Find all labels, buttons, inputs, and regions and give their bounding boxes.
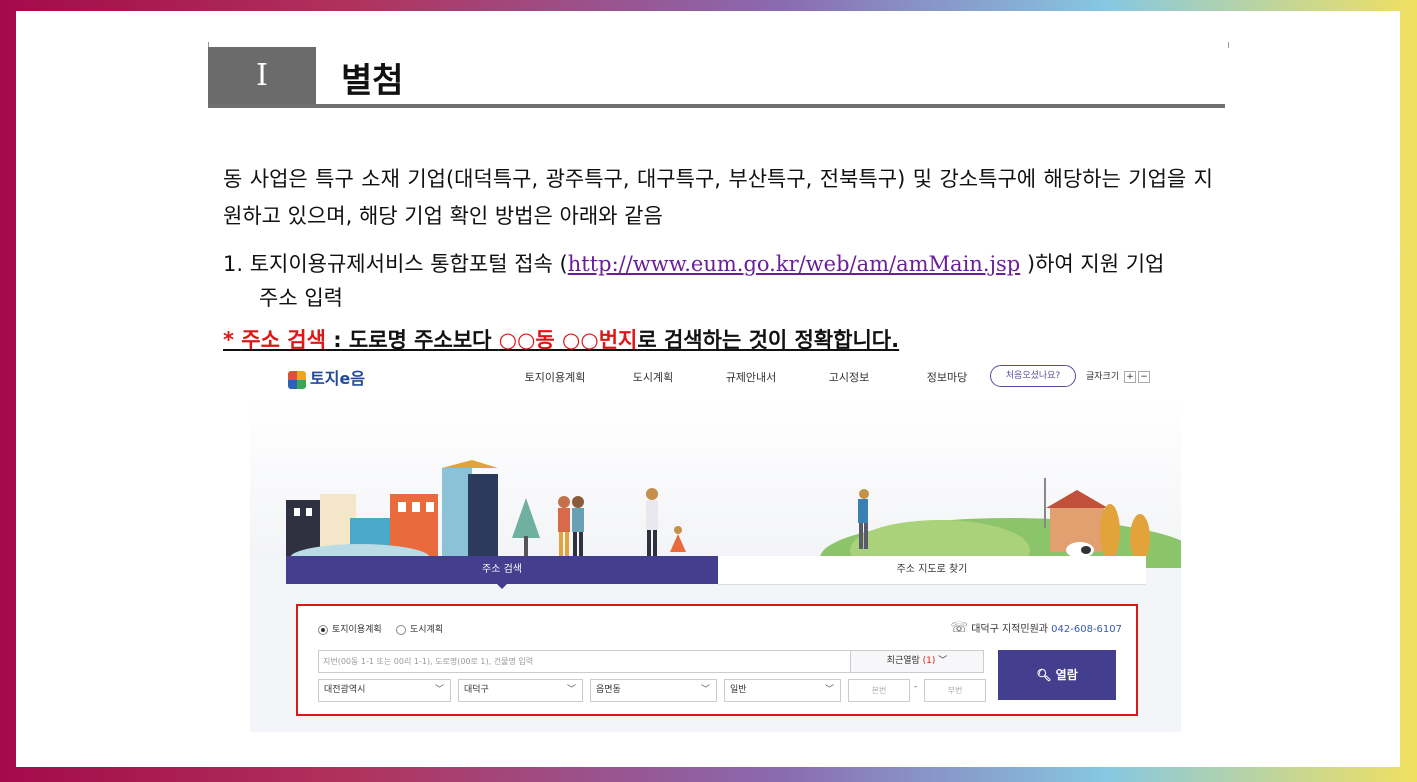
recent-view-dropdown[interactable]: 최근열람 (1) ﹀ (850, 650, 984, 673)
chevron-down-icon: ﹀ (938, 656, 948, 666)
search-note: * 주소 검색 : 도로명 주소보다 ○○동 ○○번지로 검색하는 것이 정확합… (223, 324, 899, 354)
site-nav: 토지이용계획 도시계획 규제안내서 고시정보 정보마당 (506, 369, 996, 385)
select-district[interactable]: 대덕구 ﹀ (458, 679, 583, 702)
radio-land-plan[interactable] (318, 624, 328, 635)
nav-item-city-plan[interactable]: 도시계획 (604, 369, 702, 385)
contact-label: 대덕구 지적민원과 (971, 624, 1048, 635)
nav-item-info[interactable]: 정보마당 (898, 369, 996, 385)
note-red-2: ○○동 ○○번지 (498, 328, 638, 352)
select-town[interactable]: 읍면동 ﹀ (590, 679, 717, 702)
phone-icon: ☏ (950, 620, 968, 636)
radio-city-plan-label: 도시계획 (410, 625, 444, 635)
chevron-down-icon: ﹀ (824, 685, 834, 695)
site-logo[interactable]: 토지e음 (288, 365, 365, 389)
font-size-minus-button[interactable]: − (1138, 371, 1150, 383)
section-number: Ⅰ (208, 47, 316, 105)
chevron-down-icon: ﹀ (700, 685, 710, 695)
radio-city-plan[interactable] (396, 624, 406, 635)
search-panel: 토지이용계획 도시계획 ☏ 대덕구 지적민원과 042-608-6107 지번(… (296, 604, 1138, 716)
select-land-type[interactable]: 일반 ﹀ (724, 679, 841, 702)
search-tabs: 주소 검색 주소 지도로 찾기 (286, 556, 1146, 589)
font-size-label: 글자크기 (1086, 372, 1120, 382)
contact-number: 042-608-6107 (1051, 624, 1122, 635)
address-search-input[interactable]: 지번(00동 1-1 또는 00리 1-1), 도로명(00로 1), 건물명 … (318, 650, 854, 673)
logo-icon (288, 370, 306, 389)
section-rule (208, 104, 1225, 108)
open-button[interactable]: 🔍︎ 열람 (998, 650, 1116, 700)
radio-land-plan-label: 토지이용계획 (332, 625, 382, 635)
tab-address-search[interactable]: 주소 검색 (286, 556, 718, 589)
step-1: 1. 토지이용규제서비스 통합포털 접속 (http://www.eum.go.… (223, 247, 1213, 315)
first-visit-button[interactable]: 처음오셨나요? (990, 365, 1076, 387)
font-size-plus-button[interactable]: + (1124, 371, 1136, 383)
hero-banner: 주소 검색 주소 지도로 찾기 토지이용계획 도시계획 ☏ 대덕구 지적민원과 … (250, 398, 1181, 732)
step-1-suffix: )하여 지원 기업 (1020, 252, 1165, 276)
contact-info: ☏ 대덕구 지적민원과 042-608-6107 (950, 620, 1122, 636)
search-icon: 🔍︎ (1036, 668, 1052, 682)
section-title: 별첨 (341, 61, 404, 101)
font-size-control: 글자크기 + − (1086, 369, 1150, 383)
site-header: 토지e음 토지이용계획 도시계획 규제안내서 고시정보 정보마당 처음오셨나요?… (288, 363, 1158, 391)
note-end: 로 검색하는 것이 정확합니다. (637, 328, 900, 352)
chevron-down-icon: ﹀ (434, 685, 444, 695)
main-number-input[interactable]: 본번 (848, 679, 910, 702)
plan-type-radios: 토지이용계획 도시계획 (318, 622, 443, 635)
chevron-down-icon: ﹀ (566, 685, 576, 695)
corner-mark (1228, 42, 1229, 48)
number-separator: - (914, 682, 918, 692)
nav-item-notice[interactable]: 고시정보 (800, 369, 898, 385)
document-page: Ⅰ 별첨 동 사업은 특구 소재 기업(대덕특구, 광주특구, 대구특구, 부산… (16, 11, 1400, 767)
portal-link[interactable]: http://www.eum.go.kr/web/am/amMain.jsp (568, 252, 1020, 276)
note-red-1: 주소 검색 (241, 328, 326, 352)
select-city[interactable]: 대전광역시 ﹀ (318, 679, 451, 702)
nav-item-land-plan[interactable]: 토지이용계획 (506, 369, 604, 385)
sub-number-input[interactable]: 부번 (924, 679, 986, 702)
note-mid: : 도로명 주소보다 (325, 328, 499, 352)
intro-paragraph: 동 사업은 특구 소재 기업(대덕특구, 광주특구, 대구특구, 부산특구, 전… (223, 167, 1213, 228)
step-1-line2: 주소 입력 (259, 286, 343, 310)
hero-illustration (286, 460, 1181, 568)
note-star: * (223, 328, 242, 352)
tab-map-search[interactable]: 주소 지도로 찾기 (718, 556, 1146, 585)
nav-item-regulation[interactable]: 규제안내서 (702, 369, 800, 385)
step-1-prefix: 1. 토지이용규제서비스 통합포털 접속 ( (223, 252, 568, 276)
